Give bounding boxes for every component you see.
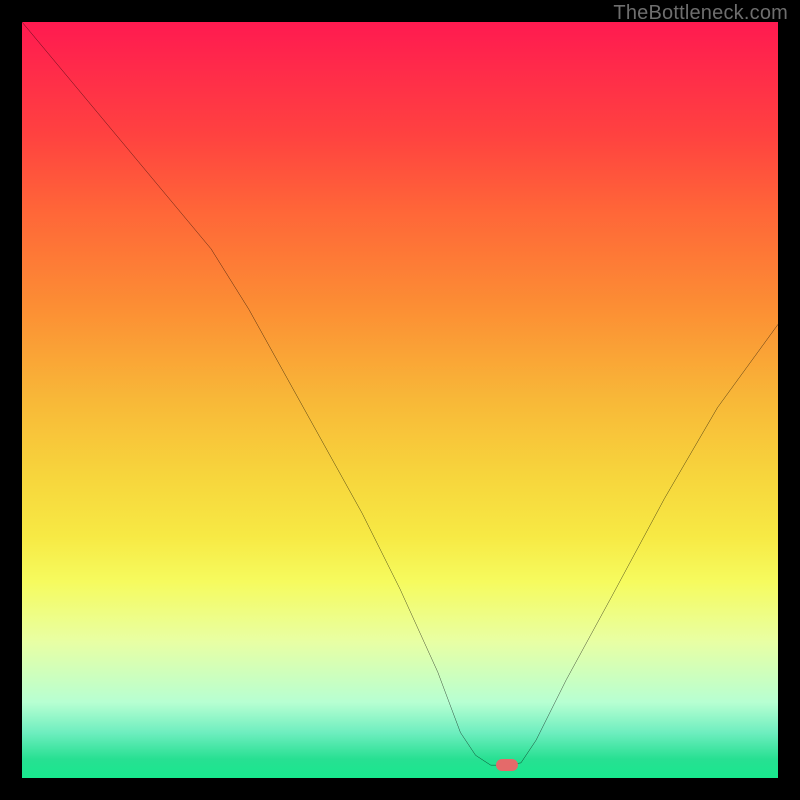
bottleneck-chart: TheBottleneck.com xyxy=(0,0,800,800)
gradient-background xyxy=(22,22,778,778)
plot-area xyxy=(22,22,778,778)
minimum-marker xyxy=(496,759,518,771)
watermark-text: TheBottleneck.com xyxy=(613,2,788,25)
